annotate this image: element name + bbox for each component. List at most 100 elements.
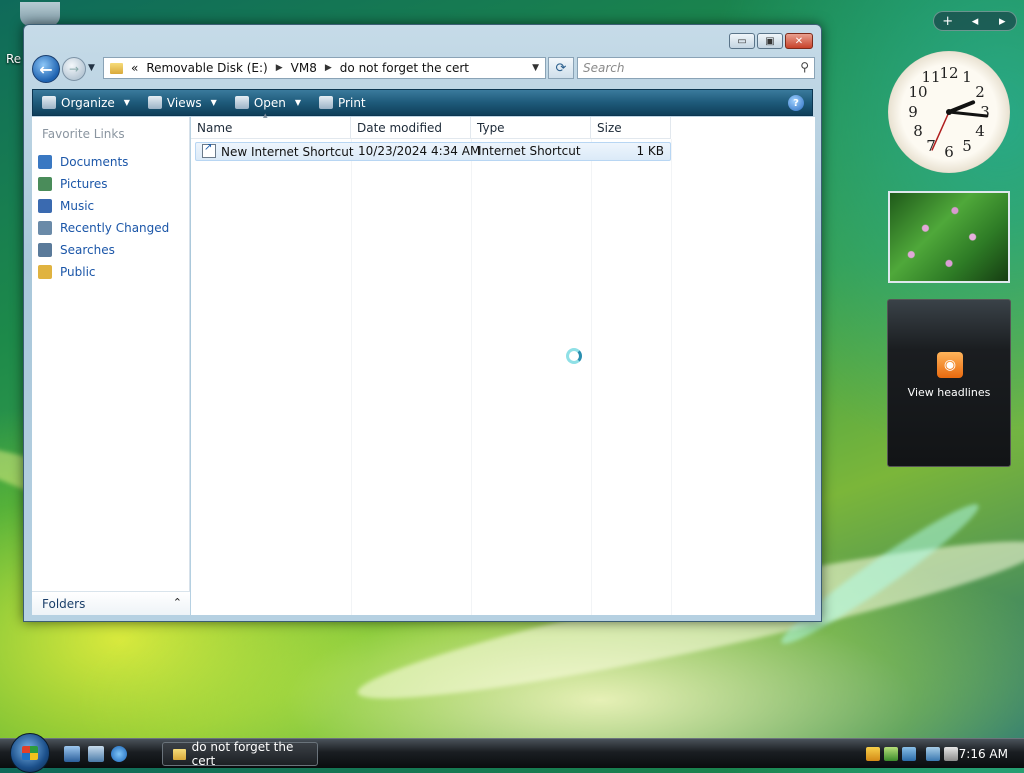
next-page-button[interactable]: ▸ (989, 14, 1016, 29)
rss-icon: ◉ (937, 352, 963, 378)
recycle-bin-icon[interactable] (20, 2, 60, 26)
dropdown-caret-icon: ▼ (294, 98, 302, 107)
address-overflow[interactable]: « (131, 61, 138, 75)
recycle-bin-label[interactable]: Re (6, 52, 21, 66)
chevron-up-icon: ⌃ (172, 596, 182, 609)
recently-changed-icon (38, 221, 52, 235)
favorite-link-label: Searches (60, 243, 115, 257)
clock-numeral: 2 (975, 83, 985, 101)
public-folder-icon (38, 265, 52, 279)
slideshow-gadget[interactable] (888, 191, 1010, 283)
forward-arrow-icon: → (68, 62, 80, 76)
documents-icon (38, 155, 52, 169)
column-header-date-modified[interactable]: Date modified (351, 117, 471, 139)
help-icon[interactable]: ? (788, 95, 804, 111)
column-header-size[interactable]: Size (591, 117, 671, 139)
column-header-name[interactable]: Name (191, 111, 351, 139)
taskbar-button-explorer[interactable]: do not forget the cert (162, 740, 318, 768)
view-headlines-label[interactable]: View headlines (888, 386, 1010, 399)
taskbar: do not forget the cert 7:16 AM (0, 733, 1024, 773)
maximize-button[interactable]: ▣ (757, 33, 783, 49)
file-name: New Internet Shortcut (221, 145, 354, 159)
forward-button[interactable]: → (62, 57, 86, 81)
views-button[interactable]: Views ▼ (139, 90, 226, 115)
breadcrumb-separator-icon[interactable]: ▶ (276, 63, 283, 73)
gadget-controls: + ◂ ▸ (933, 11, 1017, 31)
clock-pivot (946, 109, 952, 115)
back-arrow-icon: ← (39, 59, 53, 79)
dropdown-caret-icon: ▼ (123, 98, 130, 107)
favorite-link-pictures[interactable]: Pictures (38, 173, 169, 195)
breadcrumb-separator-icon[interactable]: ▶ (325, 63, 332, 73)
views-icon (147, 96, 162, 109)
add-gadget-button[interactable]: + (934, 14, 961, 29)
switch-windows-icon[interactable] (88, 746, 104, 762)
file-type: Internet Shortcut (478, 144, 581, 158)
clock-numeral: 6 (944, 143, 954, 161)
breadcrumb-removable-disk[interactable]: Removable Disk (E:) (146, 61, 267, 75)
clock-face: 12 1 2 3 4 5 6 7 8 9 10 11 (908, 64, 990, 161)
favorite-link-recently-changed[interactable]: Recently Changed (38, 217, 169, 239)
favorite-link-label: Recently Changed (60, 221, 170, 235)
internet-shortcut-icon (202, 142, 216, 158)
refresh-button[interactable]: ⟳ (548, 57, 574, 79)
previous-page-button[interactable]: ◂ (961, 14, 988, 29)
start-button[interactable] (10, 733, 50, 773)
back-button[interactable]: ← (32, 55, 60, 83)
column-header-type[interactable]: Type (471, 117, 591, 139)
favorite-link-label: Public (60, 265, 96, 279)
clock-numeral: 12 (939, 64, 958, 82)
breadcrumb-current-folder[interactable]: do not forget the cert (340, 61, 469, 75)
close-button[interactable]: ✕ (785, 33, 813, 49)
command-toolbar: Organize ▼ Views ▼ Open ▼ Print ? (32, 89, 813, 116)
show-desktop-icon[interactable] (64, 746, 80, 762)
file-date: 10/23/2024 4:34 AM (358, 144, 481, 158)
open-label: Open (253, 95, 286, 110)
searches-icon (38, 243, 52, 257)
history-dropdown-icon[interactable]: ▼ (88, 63, 95, 73)
folders-toggle[interactable]: Folders ⌃ (32, 591, 190, 615)
busy-spinner-icon (566, 348, 582, 364)
search-input[interactable]: Search ⚲ (577, 57, 815, 79)
file-list-pane[interactable]: Name Date modified Type Size New Interne… (191, 111, 815, 615)
search-icon[interactable]: ⚲ (800, 60, 809, 74)
favorite-link-label: Documents (60, 155, 129, 169)
sync-icon[interactable] (884, 747, 898, 761)
clock-numeral: 4 (975, 122, 985, 140)
network-adapter-icon[interactable] (902, 747, 916, 761)
folders-label: Folders (42, 597, 86, 611)
breadcrumb-vm8[interactable]: VM8 (291, 61, 317, 75)
feed-headlines-gadget[interactable]: ◉ View headlines (887, 299, 1011, 467)
favorite-link-label: Pictures (60, 177, 108, 191)
printer-icon (319, 96, 334, 109)
folder-icon (110, 62, 123, 74)
favorite-link-searches[interactable]: Searches (38, 239, 169, 261)
search-placeholder: Search (583, 61, 625, 75)
favorite-link-label: Music (60, 199, 95, 213)
clock-gadget[interactable]: 12 1 2 3 4 5 6 7 8 9 10 11 (888, 51, 1010, 173)
favorite-link-public[interactable]: Public (38, 261, 169, 283)
column-divider (671, 139, 672, 615)
address-dropdown-icon[interactable]: ▼ (532, 63, 539, 73)
navigation-pane: Favorite Links Documents Pictures Music … (32, 117, 190, 615)
network-icon[interactable] (926, 747, 940, 761)
file-row[interactable]: New Internet Shortcut 10/23/2024 4:34 AM… (195, 142, 671, 161)
column-divider (351, 139, 352, 615)
print-button[interactable]: Print (310, 90, 375, 115)
volume-muted-icon[interactable] (944, 747, 958, 761)
organize-button[interactable]: Organize ▼ (33, 90, 139, 115)
organize-label: Organize (61, 95, 115, 110)
address-bar[interactable]: « Removable Disk (E:) ▶ VM8 ▶ do not for… (103, 57, 546, 79)
system-clock[interactable]: 7:16 AM (959, 747, 1008, 761)
minimize-button[interactable]: ▭ (729, 33, 755, 49)
favorite-link-music[interactable]: Music (38, 195, 169, 217)
favorite-link-documents[interactable]: Documents (38, 151, 169, 173)
favorite-links-heading: Favorite Links (42, 127, 125, 141)
print-label: Print (338, 95, 366, 110)
views-label: Views (166, 95, 202, 110)
internet-explorer-icon[interactable] (111, 746, 127, 762)
column-divider (471, 139, 472, 615)
security-shield-icon[interactable] (866, 747, 880, 761)
open-icon (234, 96, 249, 109)
folder-icon (173, 748, 186, 760)
